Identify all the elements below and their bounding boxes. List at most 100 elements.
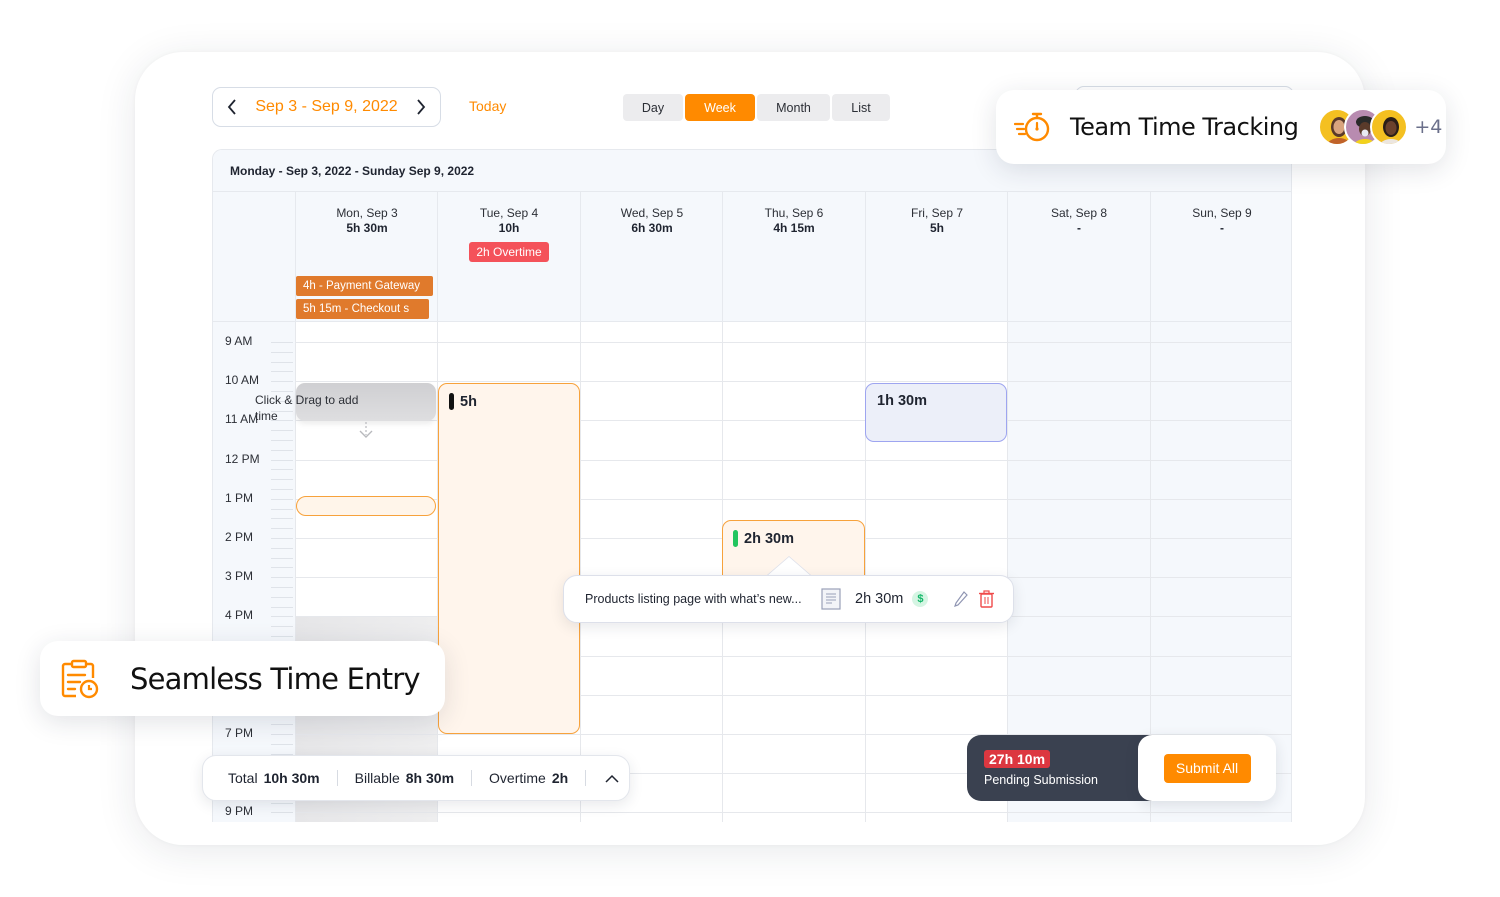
day-header-thu[interactable]: Thu, Sep 6 4h 15m: [722, 192, 865, 322]
day-header-row: Mon, Sep 3 5h 30m Tue, Sep 4 10h 2h Over…: [213, 192, 1291, 322]
hour-label: 1 PM: [225, 490, 254, 505]
hour-line: [295, 342, 1291, 343]
entry-duration: 2h 30m: [855, 591, 904, 607]
trash-icon[interactable]: [978, 590, 995, 608]
chevron-up-icon[interactable]: [603, 771, 621, 785]
view-week-button[interactable]: Week: [685, 94, 755, 121]
divider: [336, 770, 338, 786]
team-time-tracking-card: Team Time Tracking +4: [996, 90, 1446, 164]
stopwatch-icon: [1014, 112, 1050, 142]
entry-indicator: [449, 393, 454, 410]
time-summary-bar: Total 10h 30m Billable 8h 30m Overtime 2…: [202, 755, 630, 801]
day-header-tue[interactable]: Tue, Sep 4 10h 2h Overtime: [437, 192, 580, 322]
quarter-tick: [271, 361, 293, 363]
day-name: Sat, Sep 8: [1050, 206, 1108, 220]
entry-duration: 5h: [460, 393, 477, 410]
hour-label: 11 AM: [225, 412, 259, 427]
quarter-tick: [271, 440, 293, 441]
hour-label: 4 PM: [225, 608, 254, 623]
view-day-button[interactable]: Day: [623, 94, 683, 121]
quarter-tick: [271, 469, 293, 471]
time-entry-block[interactable]: 5h: [438, 383, 580, 734]
view-list-button[interactable]: List: [832, 94, 890, 121]
total-label: Total: [228, 770, 258, 786]
quarter-tick: [271, 342, 293, 343]
week-calendar: Monday - Sep 3, 2022 - Sunday Sep 9, 202…: [212, 149, 1292, 822]
day-total: -: [1077, 221, 1081, 235]
view-month-button[interactable]: Month: [757, 94, 830, 121]
quarter-tick: [271, 518, 293, 520]
hour-label: 7 PM: [225, 726, 254, 740]
quarter-tick: [271, 381, 293, 383]
entry-card-title: Seamless Time Entry: [130, 661, 421, 696]
hour-label: 9 PM: [225, 804, 254, 819]
day-name: Wed, Sep 5: [620, 206, 684, 220]
billable-icon: $: [912, 591, 929, 607]
day-header-wed[interactable]: Wed, Sep 5 6h 30m: [580, 192, 723, 322]
submit-all-button[interactable]: Submit All: [1163, 753, 1251, 783]
quarter-tick: [271, 734, 293, 735]
more-members-count[interactable]: +4: [1414, 116, 1442, 138]
tooltip-caret: [767, 557, 811, 576]
quarter-tick: [271, 616, 293, 618]
day-total: 5h 30m: [346, 221, 388, 235]
submit-card: Submit All: [1138, 735, 1276, 801]
date-range-label: Sep 3 - Sep 9, 2022: [255, 98, 398, 115]
clipboard-clock-icon: [61, 659, 99, 698]
quarter-tick: [271, 508, 293, 510]
hour-label: 10 AM: [225, 373, 260, 388]
entry-duration: 1h 30m: [877, 393, 927, 409]
day-column-divider: [580, 322, 581, 822]
quarter-tick: [271, 812, 293, 814]
hour-line: [295, 381, 1291, 383]
day-name: Fri, Sep 7: [910, 206, 964, 220]
edit-icon[interactable]: [953, 590, 969, 608]
chevron-left-icon[interactable]: [225, 98, 239, 116]
entry-tooltip: Products listing page with what’s new...…: [563, 575, 1014, 623]
time-entry-block[interactable]: 1h 30m: [865, 383, 1007, 442]
quarter-tick: [271, 636, 293, 637]
quarter-tick: [271, 596, 293, 598]
day-name: Mon, Sep 3: [336, 206, 398, 220]
quarter-tick: [271, 802, 293, 804]
view-switcher: Day Week Month List: [623, 94, 890, 121]
arrow-down-icon: [359, 422, 373, 438]
billable-label: Billable: [354, 770, 400, 786]
quarter-tick: [271, 489, 293, 490]
seamless-time-entry-card: Seamless Time Entry: [40, 641, 445, 716]
day-total: -: [1220, 221, 1224, 235]
pending-hours-badge: 27h 10m: [984, 750, 1051, 768]
notes-icon[interactable]: [821, 588, 841, 610]
date-range-navigator: Sep 3 - Sep 9, 2022: [212, 87, 441, 127]
quarter-tick: [271, 351, 293, 353]
quarter-tick: [271, 557, 293, 559]
day-name: Tue, Sep 4: [479, 206, 539, 220]
quarter-tick: [271, 547, 293, 549]
total-value: 10h 30m: [263, 770, 320, 786]
divider: [585, 770, 587, 786]
time-selection[interactable]: [296, 496, 436, 516]
quarter-tick: [271, 479, 293, 481]
divider: [471, 770, 473, 786]
hour-label: 9 AM: [225, 334, 253, 348]
day-header-sun[interactable]: Sun, Sep 9 -: [1150, 192, 1291, 322]
drag-hint-text: Click & Drag to add time: [255, 393, 359, 423]
task-chip[interactable]: 5h 15m - Checkout s: [296, 299, 429, 319]
avatar[interactable]: [1370, 108, 1409, 146]
day-header-sat[interactable]: Sat, Sep 8 -: [1007, 192, 1150, 322]
today-button[interactable]: Today: [469, 98, 506, 114]
hour-label: 2 PM: [225, 530, 254, 544]
pending-label: Pending Submission: [984, 773, 1098, 787]
quarter-tick: [271, 626, 293, 628]
quarter-tick: [271, 587, 293, 588]
day-header-fri[interactable]: Fri, Sep 7 5h: [865, 192, 1008, 322]
chevron-right-icon[interactable]: [414, 98, 428, 116]
entry-description: Products listing page with what’s new...: [585, 592, 802, 606]
quarter-tick: [271, 743, 293, 745]
task-chip[interactable]: 4h - Payment Gateway: [296, 276, 433, 296]
overtime-label: Overtime: [489, 770, 546, 786]
avatar-group[interactable]: [1318, 108, 1409, 146]
quarter-tick: [271, 606, 293, 608]
entry-duration: 2h 30m: [744, 530, 794, 547]
hour-label: 12 PM: [225, 451, 260, 466]
